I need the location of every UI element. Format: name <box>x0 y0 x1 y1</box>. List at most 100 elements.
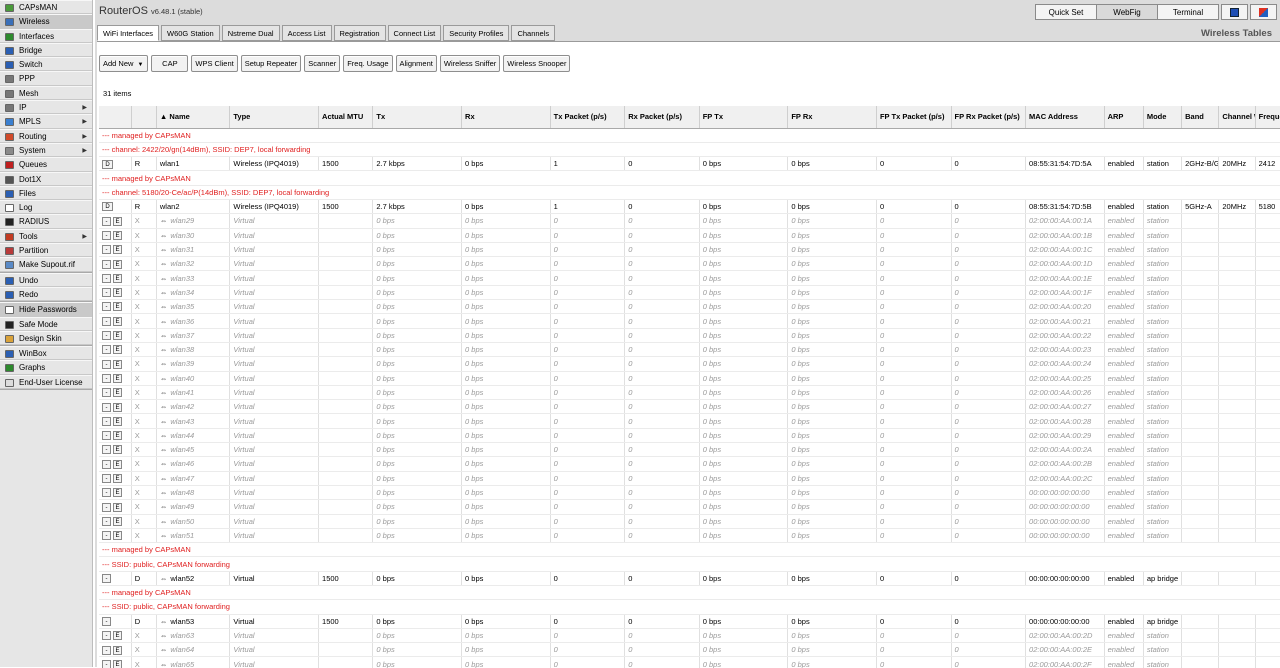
enable-button[interactable]: E <box>113 345 122 355</box>
enable-button[interactable]: E <box>113 273 122 283</box>
cap-button[interactable]: CAP <box>151 55 189 72</box>
menu-item-ppp[interactable]: PPP <box>0 71 92 86</box>
enable-button[interactable]: E <box>113 431 122 441</box>
column-header[interactable]: FP Tx Packet (p/s) <box>876 106 952 129</box>
menu-item-files[interactable]: Files <box>0 185 92 201</box>
menu-item-hide-passwords[interactable]: Hide Passwords <box>0 302 92 317</box>
table-row[interactable]: - E X ⇔ wlan63 Virtual 0 bps 0 bps 0 0 0 bps 0 bps 0… <box>99 628 1280 644</box>
menu-item-ip[interactable]: IP ▶ <box>0 100 92 115</box>
remove-button[interactable]: - <box>102 459 111 469</box>
menu-item-dot1x[interactable]: Dot1X <box>0 171 92 186</box>
remove-button[interactable]: - <box>102 373 111 383</box>
enable-button[interactable]: E <box>113 474 122 484</box>
table-row[interactable]: D Rwlan1 Wireless (IPQ4019) 1500 2.7 kbps 0 b… <box>99 156 1280 172</box>
remove-button[interactable]: - <box>102 445 111 455</box>
table-row[interactable]: - E X ⇔ wlan39 Virtual 0 bps 0 bps 0 0 0 bps 0 bps 0… <box>99 356 1280 372</box>
enable-button[interactable]: E <box>113 302 122 312</box>
tab-security-profiles[interactable]: Security Profiles <box>443 25 510 41</box>
quick-set-button[interactable]: Quick Set <box>1035 4 1097 20</box>
remove-button[interactable]: - <box>102 273 111 283</box>
enable-button[interactable]: E <box>113 245 122 255</box>
enable-button[interactable]: E <box>113 516 122 526</box>
remove-button[interactable]: - <box>102 302 111 312</box>
scanner-button[interactable]: Scanner <box>304 55 341 72</box>
column-header[interactable]: Actual MTU <box>318 106 374 129</box>
remove-button[interactable]: - <box>102 245 111 255</box>
menu-item-log[interactable]: Log <box>0 200 92 215</box>
tab-access-list[interactable]: Access List <box>281 25 332 41</box>
enable-button[interactable]: E <box>113 402 122 412</box>
menu-item-end-user-license[interactable]: End-User License <box>0 374 92 390</box>
menu-item-redo[interactable]: Redo <box>0 286 92 302</box>
table-row[interactable]: - E X ⇔ wlan32 Virtual 0 bps 0 bps 0 0 0 bps 0 bps 0… <box>99 256 1280 272</box>
enable-button[interactable]: E <box>113 488 122 498</box>
table-row[interactable]: D Rwlan2 Wireless (IPQ4019) 1500 2.7 kbps 0 b… <box>99 199 1280 215</box>
table-row[interactable]: - E X ⇔ wlan64 Virtual 0 bps 0 bps 0 0 0 bps 0 bps 0… <box>99 642 1280 658</box>
menu-item-mpls[interactable]: MPLS ▶ <box>0 114 92 129</box>
remove-button[interactable]: - <box>102 316 111 326</box>
menu-item-safe-mode[interactable]: Safe Mode <box>0 316 92 331</box>
table-row[interactable]: - E X ⇔ wlan29 Virtual 0 bps 0 bps 0 0 0 bps 0 bps 0… <box>99 213 1280 229</box>
remove-button[interactable]: - <box>102 359 111 369</box>
table-row[interactable]: - E X ⇔ wlan36 Virtual 0 bps 0 bps 0 0 0 bps 0 bps 0… <box>99 313 1280 329</box>
remove-button[interactable]: - <box>102 288 111 298</box>
menu-item-routing[interactable]: Routing ▶ <box>0 128 92 143</box>
disable-button[interactable]: D <box>102 159 113 169</box>
menu-item-make-supout-rif[interactable]: Make Supout.rif <box>0 257 92 272</box>
table-row[interactable]: - E X ⇔ wlan40 Virtual 0 bps 0 bps 0 0 0 bps 0 bps 0… <box>99 371 1280 386</box>
menu-item-winbox[interactable]: WinBox <box>0 346 92 361</box>
column-header[interactable]: Frequency (MHz) <box>1255 106 1280 129</box>
column-header[interactable]: MAC Address <box>1025 106 1105 129</box>
enable-button[interactable]: E <box>113 288 122 298</box>
column-header[interactable]: Tx Packet (p/s) <box>550 106 626 129</box>
remove-button[interactable]: - <box>102 216 111 226</box>
table-row[interactable]: - D ⇔ wlan52 Virtual 1500 0 bps 0 bps 0 0 0 bps 0 b… <box>99 571 1280 587</box>
table-row[interactable]: - E X ⇔ wlan34 Virtual 0 bps 0 bps 0 0 0 bps 0 bps 0… <box>99 285 1280 301</box>
enable-button[interactable]: E <box>113 502 122 512</box>
enable-button[interactable]: E <box>113 459 122 469</box>
table-row[interactable]: - E X ⇔ wlan41 Virtual 0 bps 0 bps 0 0 0 bps 0 bps 0… <box>99 385 1280 401</box>
remove-button[interactable]: - <box>102 516 111 526</box>
tab-channels[interactable]: Channels <box>511 25 556 41</box>
column-header[interactable]: Type <box>229 106 320 129</box>
column-header[interactable]: FP Rx <box>787 106 877 129</box>
alignment-button[interactable]: Alignment <box>395 55 437 72</box>
menu-item-graphs[interactable]: Graphs <box>0 360 92 375</box>
webfig-button[interactable]: WebFig <box>1096 4 1158 20</box>
menu-item-bridge[interactable]: Bridge <box>0 42 92 58</box>
add-new-button[interactable]: Add New ▼ <box>99 55 149 72</box>
table-row[interactable]: - D ⇔ wlan53 Virtual 1500 0 bps 0 bps 0 0 0 bps 0 b… <box>99 614 1280 629</box>
menu-item-interfaces[interactable]: Interfaces <box>0 28 92 43</box>
table-row[interactable]: - E X ⇔ wlan65 Virtual 0 bps 0 bps 0 0 0 bps 0 bps 0… <box>99 656 1280 668</box>
enable-button[interactable]: E <box>113 259 122 269</box>
enable-button[interactable]: E <box>113 416 122 426</box>
enable-button[interactable]: E <box>113 359 122 369</box>
table-row[interactable]: - E X ⇔ wlan33 Virtual 0 bps 0 bps 0 0 0 bps 0 bps 0… <box>99 270 1280 286</box>
table-row[interactable]: - E X ⇔ wlan49 Virtual 0 bps 0 bps 0 0 0 bps 0 bps 0… <box>99 499 1280 515</box>
setup-repeater-button[interactable]: Setup Repeater <box>240 55 302 72</box>
remove-button[interactable]: - <box>102 402 111 412</box>
menu-item-capsman[interactable]: CAPsMAN <box>0 0 92 15</box>
remove-button[interactable]: - <box>102 345 111 355</box>
tab-wifi-interfaces[interactable]: WiFi Interfaces <box>97 25 160 41</box>
remove-button[interactable]: - <box>102 488 111 498</box>
remove-button[interactable]: - <box>102 631 111 641</box>
table-row[interactable]: - E X ⇔ wlan35 Virtual 0 bps 0 bps 0 0 0 bps 0 bps 0… <box>99 299 1280 315</box>
wireless-snooper-button[interactable]: Wireless Snooper <box>503 55 571 72</box>
remove-button[interactable]: - <box>102 416 111 426</box>
enable-button[interactable]: E <box>113 316 122 326</box>
tab-connect-list[interactable]: Connect List <box>387 25 442 41</box>
table-row[interactable]: - E X ⇔ wlan43 Virtual 0 bps 0 bps 0 0 0 bps 0 bps 0… <box>99 413 1280 429</box>
table-row[interactable]: - E X ⇔ wlan30 Virtual 0 bps 0 bps 0 0 0 bps 0 bps 0… <box>99 228 1280 243</box>
column-header[interactable]: Rx Packet (p/s) <box>624 106 700 129</box>
enable-button[interactable]: E <box>113 645 122 655</box>
remove-button[interactable]: - <box>102 388 111 398</box>
enable-button[interactable]: E <box>113 445 122 455</box>
column-header[interactable]: Mode <box>1143 106 1183 129</box>
table-row[interactable]: - E X ⇔ wlan47 Virtual 0 bps 0 bps 0 0 0 bps 0 bps 0… <box>99 471 1280 486</box>
column-header[interactable]: Tx <box>372 106 463 129</box>
terminal-button[interactable]: Terminal <box>1157 4 1219 20</box>
enable-button[interactable]: E <box>113 331 122 341</box>
column-header[interactable]: Band <box>1181 106 1220 129</box>
menu-item-tools[interactable]: Tools ▶ <box>0 228 92 244</box>
